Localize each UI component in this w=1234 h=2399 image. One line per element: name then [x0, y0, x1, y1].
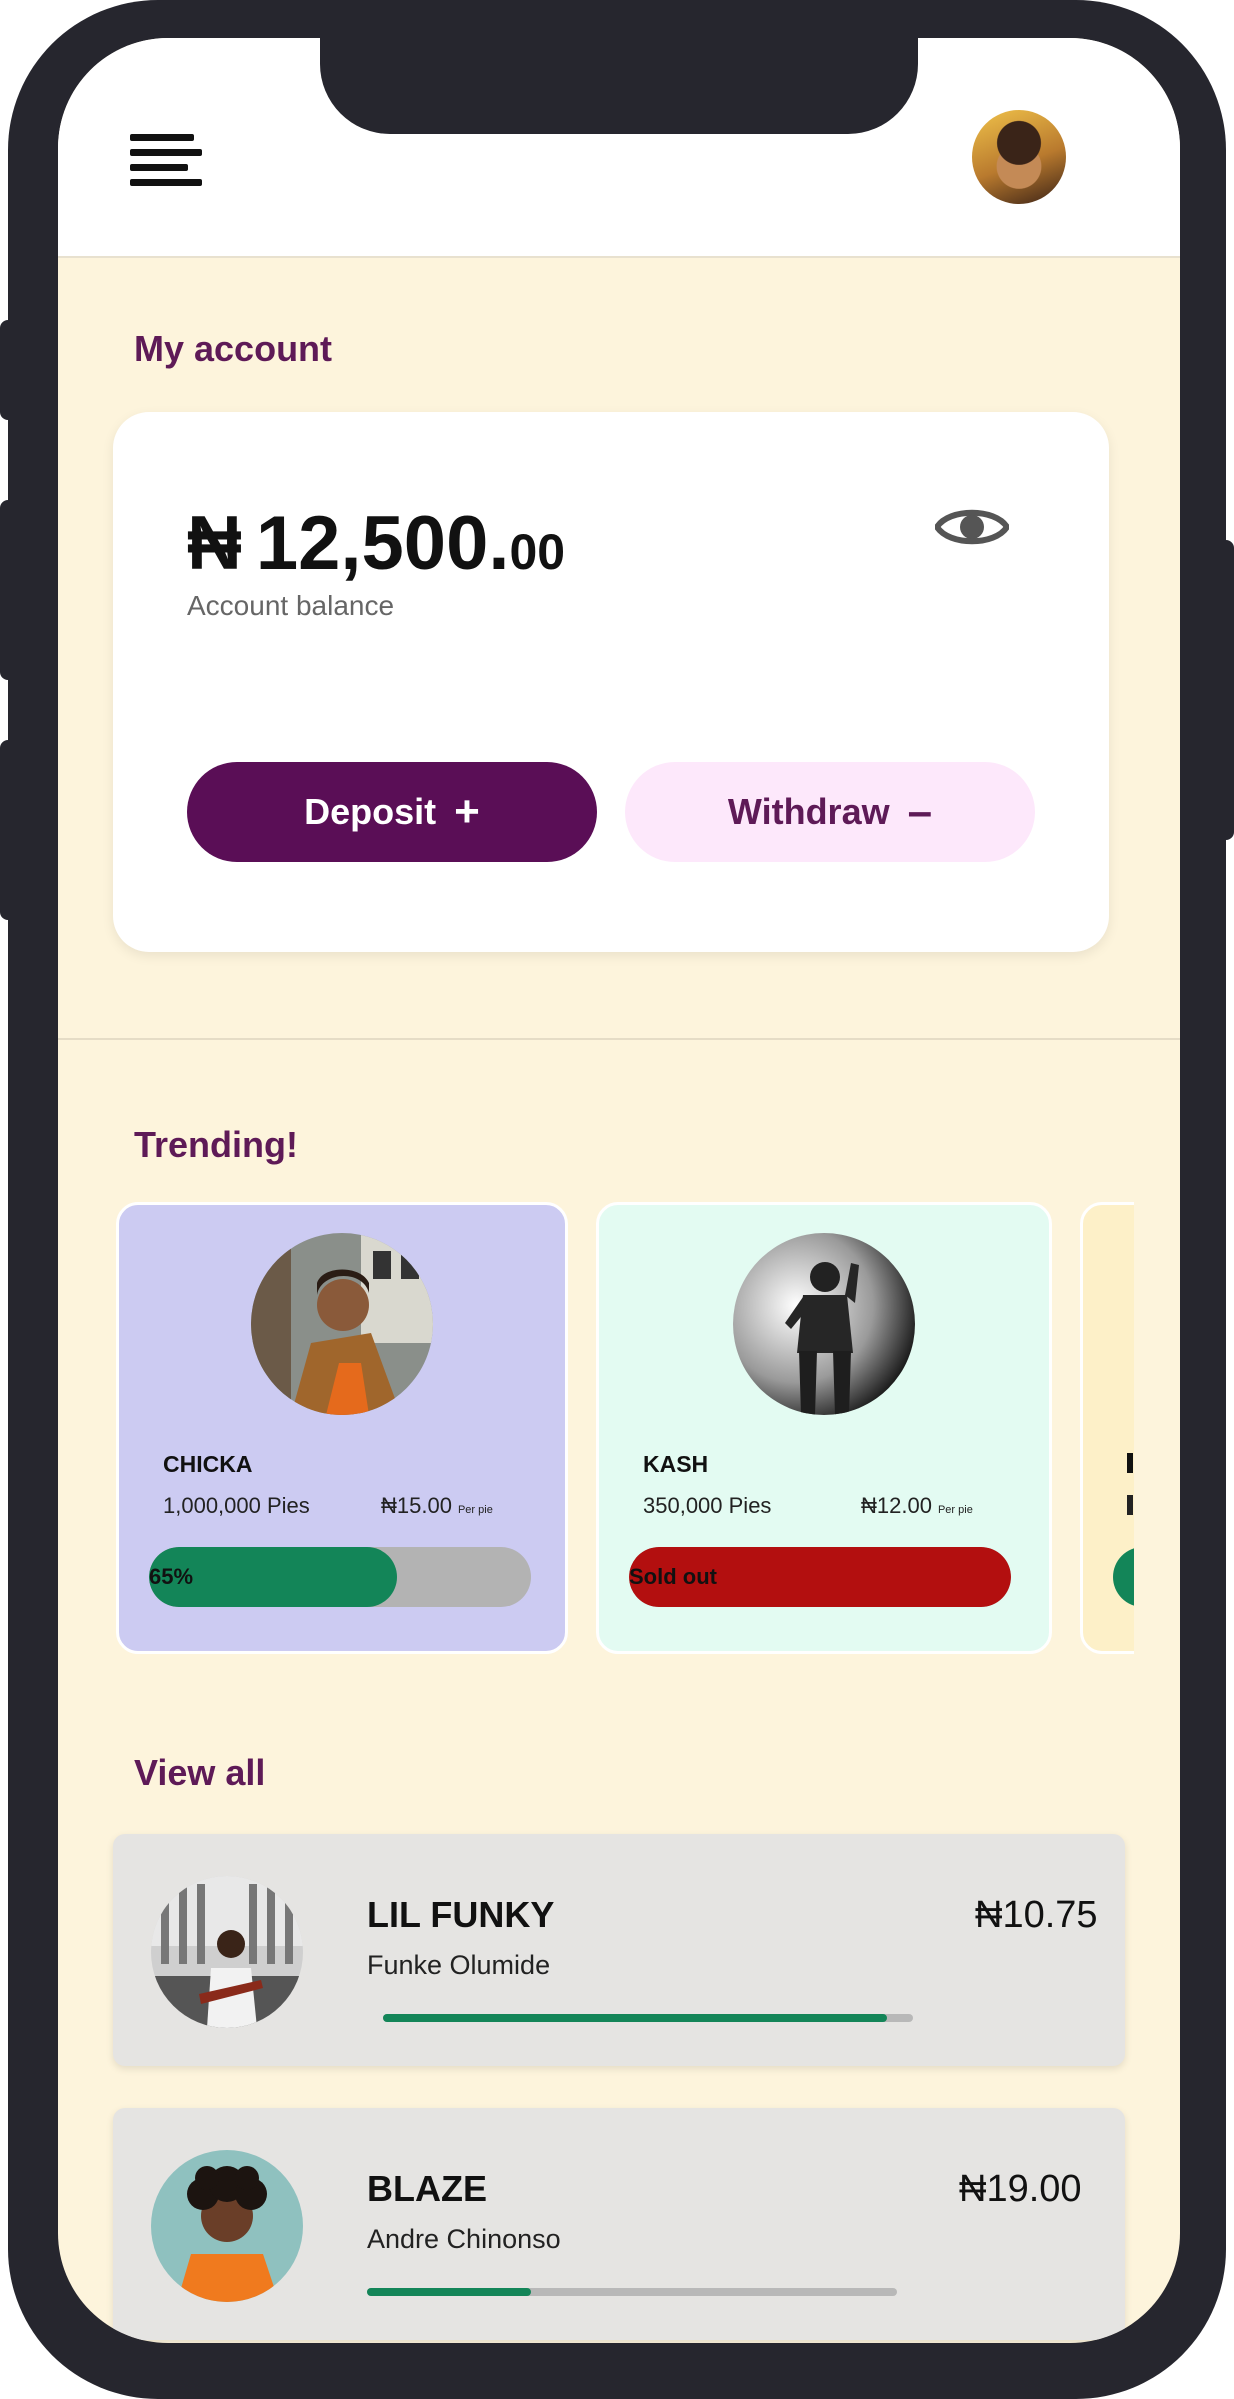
withdraw-button[interactable]: Withdraw – [625, 762, 1035, 862]
my-account-title: My account [134, 328, 333, 369]
list-item-progress-fill [383, 2014, 887, 2022]
list-item[interactable]: BLAZE Andre Chinonso ₦19.00 [113, 2108, 1125, 2340]
withdraw-label: Withdraw [727, 791, 890, 832]
deposit-label: Deposit [304, 791, 437, 832]
trending-artist-name: KASH [643, 1451, 709, 1477]
partial-text-fragment [1127, 1495, 1133, 1515]
account-balance-label: Account balance [187, 590, 395, 621]
trending-price: ₦12.00 Per pie [861, 1493, 973, 1519]
trending-progress-label: 65% [149, 1564, 194, 1589]
top-bar [58, 38, 1180, 258]
currency-symbol: ₦ [187, 501, 242, 586]
trending-price-value: ₦15.00 [381, 1493, 452, 1518]
balance-cents: 00 [509, 524, 566, 580]
user-avatar[interactable] [972, 110, 1066, 204]
deposit-button[interactable]: Deposit + [187, 762, 597, 862]
artist-avatar [151, 1876, 303, 2028]
trending-card[interactable]: CHICKA 1,000,000 Pies ₦15.00 Per pie 65% [116, 1202, 568, 1654]
trending-pies-count: 1,000,000 Pies [163, 1493, 310, 1518]
list-item-progress-bar [383, 2014, 913, 2022]
balance-amount: 12,500. [255, 501, 510, 586]
trending-progress-bar: 65% [149, 1547, 531, 1607]
minus-icon: – [907, 787, 933, 836]
account-balance: ₦ 12,500.00 [187, 500, 565, 587]
list-item-price: ₦10.75 [975, 1894, 1098, 1936]
phone-notch [320, 38, 918, 134]
trending-progress-bar: Sold out [629, 1547, 1011, 1607]
trending-price-value: ₦12.00 [861, 1493, 932, 1518]
phone-side-button [0, 740, 22, 920]
eye-icon[interactable] [933, 502, 1011, 552]
hamburger-menu-icon[interactable] [130, 134, 206, 192]
trending-per-label: Per pie [937, 1504, 973, 1516]
artist-avatar [733, 1233, 915, 1415]
list-item-artist: Andre Chinonso [367, 2224, 561, 2254]
trending-artist-name: CHICKA [163, 1451, 253, 1477]
list-item[interactable]: LIL FUNKY Funke Olumide ₦10.75 [113, 1834, 1125, 2066]
trending-pies-count: 350,000 Pies [643, 1493, 772, 1518]
list-item-title: BLAZE [367, 2168, 487, 2209]
list-item-price: ₦19.00 [959, 2168, 1082, 2210]
list-item-title: LIL FUNKY [367, 1894, 555, 1935]
trending-price: ₦15.00 Per pie [381, 1493, 493, 1519]
trending-card[interactable]: KASH 350,000 Pies ₦12.00 Per pie Sold out [596, 1202, 1052, 1654]
trending-per-label: Per pie [457, 1504, 493, 1516]
phone-side-button [1212, 540, 1234, 840]
list-item-progress-bar [367, 2288, 897, 2296]
app-screen: My account ₦ 12,500.00 Account balance De… [58, 38, 1180, 2343]
view-all-title[interactable]: View all [134, 1752, 265, 1794]
phone-side-button [0, 320, 22, 420]
section-divider [58, 1038, 1180, 1040]
artist-avatar [151, 2150, 303, 2302]
trending-title: Trending! [134, 1124, 298, 1165]
phone-side-button [0, 500, 22, 680]
carousel-clip [1134, 1188, 1180, 1668]
trending-progress-label: Sold out [629, 1564, 717, 1589]
list-item-artist: Funke Olumide [367, 1950, 551, 1980]
plus-icon: + [454, 787, 480, 836]
list-item-progress-fill [367, 2288, 532, 2296]
artist-avatar [251, 1233, 433, 1415]
partial-text-fragment [1127, 1453, 1133, 1473]
account-card: ₦ 12,500.00 Account balance Deposit + Wit… [113, 412, 1109, 952]
